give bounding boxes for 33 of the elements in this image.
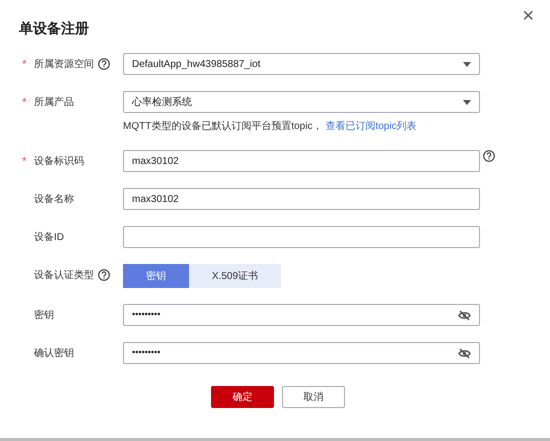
subscribed-topics-link[interactable]: 查看已订阅topic列表 — [325, 119, 417, 134]
help-icon[interactable] — [98, 58, 110, 70]
dropdown-caret-icon — [463, 62, 471, 66]
input-field[interactable]: max30102 — [123, 188, 480, 210]
input-field[interactable]: max30102 — [123, 150, 480, 172]
dropdown-field[interactable]: 心率检测系统 — [123, 91, 480, 113]
password-field[interactable]: ••••••••• — [123, 342, 480, 364]
eye-off-icon[interactable] — [458, 348, 471, 358]
auth-type-tab[interactable]: 密钥 — [123, 264, 189, 288]
close-button[interactable]: × — [522, 6, 534, 26]
field-label: 设备认证类型 — [34, 268, 94, 282]
dropdown-field[interactable]: DefaultApp_hw43985887_iot — [123, 53, 480, 75]
confirm-button[interactable]: 确定 — [211, 386, 274, 408]
auth-type-tab[interactable]: X.509证书 — [189, 264, 281, 288]
field-label: 设备ID — [34, 230, 64, 244]
eye-off-icon[interactable] — [458, 310, 471, 320]
field-label: 所属资源空间 — [34, 58, 94, 72]
password-field[interactable]: ••••••••• — [123, 304, 480, 326]
required-asterisk: * — [22, 56, 28, 73]
dropdown-caret-icon — [463, 100, 471, 104]
field-label: 密钥 — [34, 308, 54, 322]
dialog-title: 单设备注册 — [19, 19, 89, 38]
required-asterisk: * — [22, 94, 28, 111]
input-field[interactable] — [123, 226, 480, 248]
help-icon[interactable] — [483, 150, 495, 162]
required-asterisk: * — [22, 153, 28, 170]
field-label: 设备标识码 — [34, 154, 84, 168]
cancel-button[interactable]: 取消 — [282, 386, 345, 408]
field-label: 所属产品 — [34, 96, 74, 110]
help-icon[interactable] — [98, 269, 110, 281]
field-label: 设备名称 — [34, 192, 74, 206]
field-label: 确认密钥 — [34, 346, 74, 360]
hint-text: MQTT类型的设备已默认订阅平台预置topic， — [123, 120, 322, 134]
